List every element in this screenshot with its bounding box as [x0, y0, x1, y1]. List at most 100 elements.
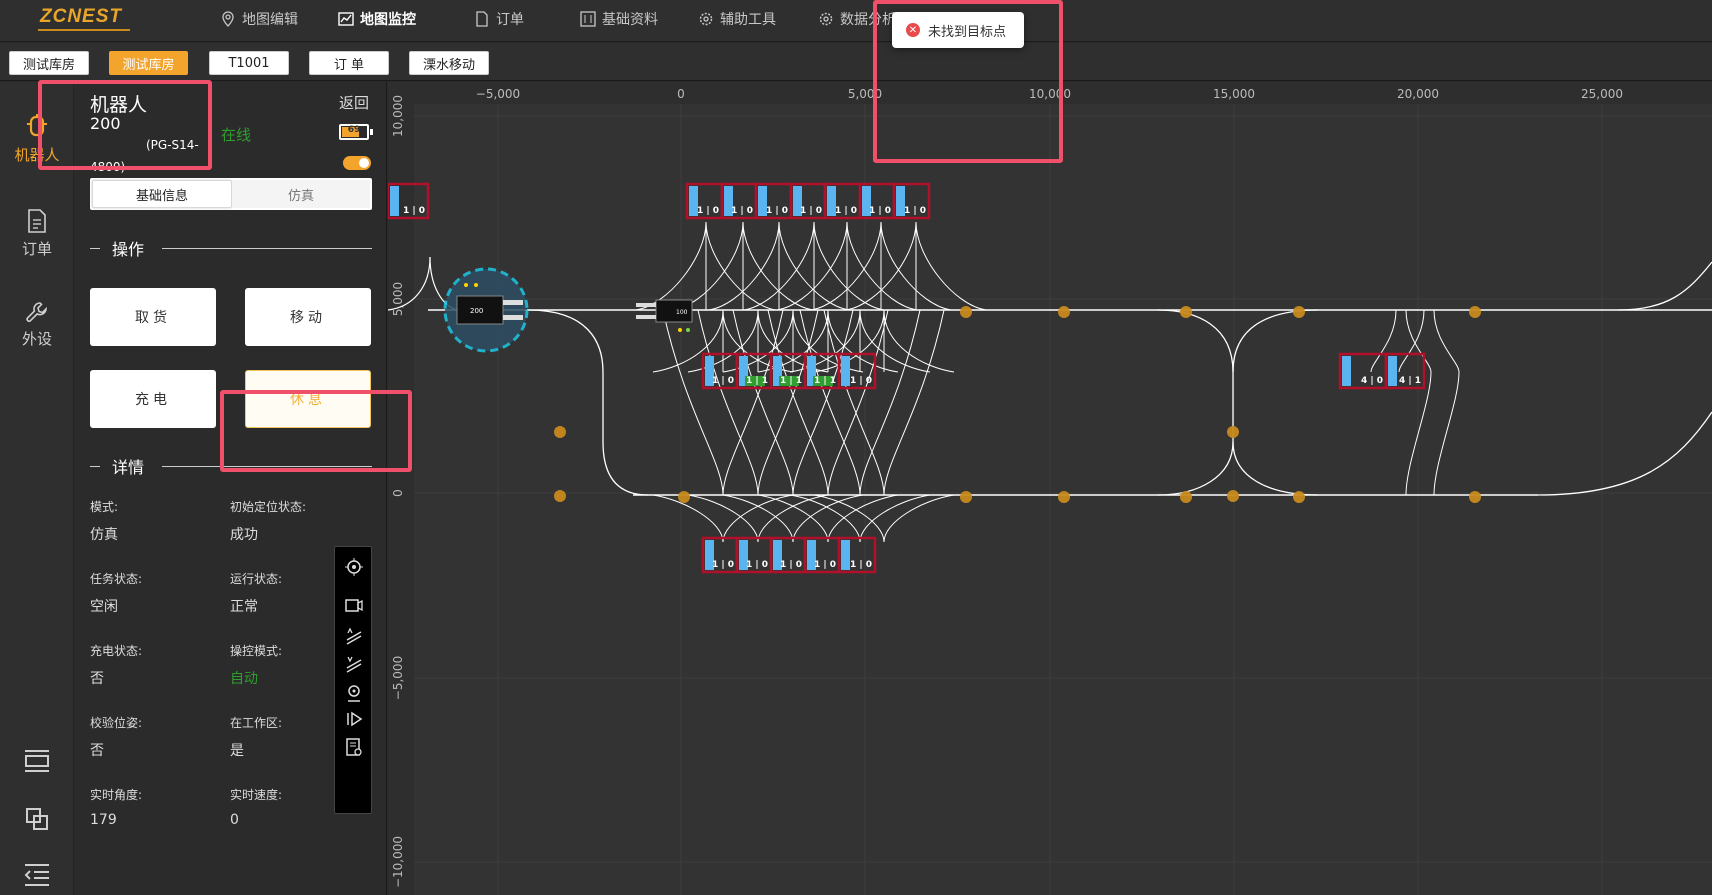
- nav-map-monitor[interactable]: 地图监控: [338, 8, 416, 30]
- annotation-box-toast: [873, 0, 1063, 163]
- battery-nub: [370, 129, 373, 135]
- nav-basic-data[interactable]: 基础资料: [580, 8, 658, 30]
- row-mid-slot-label: 1 | 1: [746, 376, 768, 386]
- charge-status-value: 否: [90, 671, 104, 687]
- tab-basic-info[interactable]: 基础信息: [92, 180, 232, 208]
- charge-status-label: 充电状态:: [90, 644, 143, 658]
- page-tab-orders[interactable]: 订 单: [309, 51, 389, 75]
- mode-label: 模式:: [90, 500, 119, 514]
- camera-icon[interactable]: [344, 595, 364, 615]
- crossing-path-right: [1398, 309, 1425, 373]
- robot-fork: [503, 315, 523, 320]
- gear-icon: [819, 12, 833, 26]
- report-settings-icon[interactable]: [344, 737, 364, 757]
- battery-indicator: 69: [339, 124, 373, 140]
- location-pin-icon[interactable]: [344, 683, 364, 703]
- robot-fork: [636, 303, 656, 307]
- realtime-speed-value: 0: [230, 812, 239, 828]
- row-mid-right-slot-label: 4 | 1: [1399, 376, 1421, 386]
- path-node: [1469, 491, 1481, 503]
- x-tick-label: 15,000: [1213, 87, 1255, 101]
- nav-label: 基础资料: [602, 12, 658, 28]
- row-mid-slot-marker: [841, 356, 850, 386]
- task-status-value: 空闲: [90, 599, 118, 615]
- map-toolstrip: [334, 546, 372, 814]
- section-title: 操作: [112, 240, 145, 259]
- row-mid-slot-label: 1 | 1: [780, 376, 802, 386]
- row-top-slot-label: 1 | 0: [731, 206, 753, 216]
- control-mode-label: 操控模式:: [230, 644, 283, 658]
- row-bottom-slot-label: 1 | 0: [814, 560, 836, 570]
- pickup-button[interactable]: 取货: [90, 288, 216, 346]
- crossing-path-bottom: [813, 494, 885, 543]
- path-node: [1293, 491, 1305, 503]
- y-tick-label: 0: [391, 489, 405, 497]
- path-node: [1227, 426, 1239, 438]
- nav-orders[interactable]: 订单: [474, 8, 524, 30]
- path-node: [554, 490, 566, 502]
- row-top-slot-label: 1 | 0: [869, 206, 891, 216]
- app-logo[interactable]: ZCNEST: [40, 6, 122, 28]
- tab-simulation[interactable]: 仿真: [232, 180, 370, 208]
- row-mid-right-slot-marker: [1388, 356, 1397, 386]
- path-node: [1058, 306, 1070, 318]
- verify-pose-value: 否: [90, 743, 104, 759]
- loop-mid-right-c: [1157, 441, 1234, 496]
- locate-crosshair-icon[interactable]: [344, 557, 364, 577]
- sidebar-item-orders[interactable]: 订单: [0, 208, 74, 259]
- page-tab-warehouse[interactable]: 测试库房: [9, 51, 89, 75]
- control-mode-value: 自动: [230, 671, 258, 687]
- row-top-slot-label: 1 | 0: [904, 206, 926, 216]
- crossing-path-bottom: [757, 494, 829, 543]
- init-position-value: 成功: [230, 527, 258, 543]
- nav-map-edit[interactable]: 地图编辑: [220, 8, 298, 30]
- crossing-path-bottom: [722, 494, 794, 543]
- gear-icon: [699, 12, 713, 26]
- layers-icon[interactable]: [22, 806, 52, 832]
- y-tick-label: −10,000: [391, 836, 405, 888]
- nav-aux-tools[interactable]: 辅助工具: [698, 8, 776, 30]
- realtime-speed-label: 实时速度:: [230, 788, 283, 802]
- mode-value: 仿真: [90, 527, 118, 543]
- map-canvas[interactable]: −5,000 0 5,000 10,000 15,000 20,000 25,000 10,0…: [388, 82, 1712, 895]
- sidebar-item-peripherals[interactable]: 外设: [0, 300, 74, 349]
- row-left-slot-marker: [390, 186, 399, 216]
- page-tab-warehouse-active[interactable]: 测试库房: [109, 51, 188, 75]
- path-node: [960, 491, 972, 503]
- robot-status-led: [678, 328, 682, 332]
- order-doc-icon: [28, 209, 46, 233]
- crossing-path-top: [635, 221, 707, 311]
- page-tab-t1001[interactable]: T1001: [209, 51, 289, 75]
- battery-level: 69: [347, 125, 361, 135]
- robot-status-led: [464, 283, 468, 287]
- path-node: [960, 306, 972, 318]
- row-bottom-slot-label: 1 | 0: [712, 560, 734, 570]
- page-tab-lishui-move[interactable]: 溧水移动: [409, 51, 489, 75]
- section-divider: [162, 247, 372, 249]
- curve-far-right-low: [1537, 411, 1712, 496]
- toggle-knob: [359, 158, 369, 168]
- realtime-angle-value: 179: [90, 812, 117, 828]
- move-button[interactable]: 移动: [245, 288, 371, 346]
- path-down-icon[interactable]: [344, 655, 364, 675]
- loop-mid-right: [1157, 309, 1319, 496]
- crossing-path-bottom: [757, 494, 829, 543]
- robot-enable-toggle[interactable]: [343, 156, 371, 170]
- layout-rows-icon[interactable]: [22, 748, 52, 774]
- row-bottom-slot-label: 1 | 0: [780, 560, 802, 570]
- crossing-path-right: [1433, 371, 1460, 496]
- play-step-icon[interactable]: [344, 709, 364, 729]
- warehouse-map[interactable]: −5,000 0 5,000 10,000 15,000 20,000 25,00010,0…: [388, 82, 1712, 895]
- crossing-path-bottom: [722, 494, 794, 543]
- x-tick-label: 20,000: [1397, 87, 1439, 101]
- charge-button[interactable]: 充电: [90, 370, 216, 428]
- row-top-slot-label: 1 | 0: [697, 206, 719, 216]
- crossing-path-bottom: [883, 494, 955, 543]
- row-bottom-slot-label: 1 | 0: [746, 560, 768, 570]
- document-icon: [476, 11, 488, 27]
- x-tick-label: 25,000: [1581, 87, 1623, 101]
- path-up-icon[interactable]: [344, 627, 364, 647]
- collapse-menu-icon[interactable]: [22, 862, 52, 888]
- back-link[interactable]: 返回: [339, 92, 369, 113]
- crossing-path-top: [742, 221, 814, 311]
